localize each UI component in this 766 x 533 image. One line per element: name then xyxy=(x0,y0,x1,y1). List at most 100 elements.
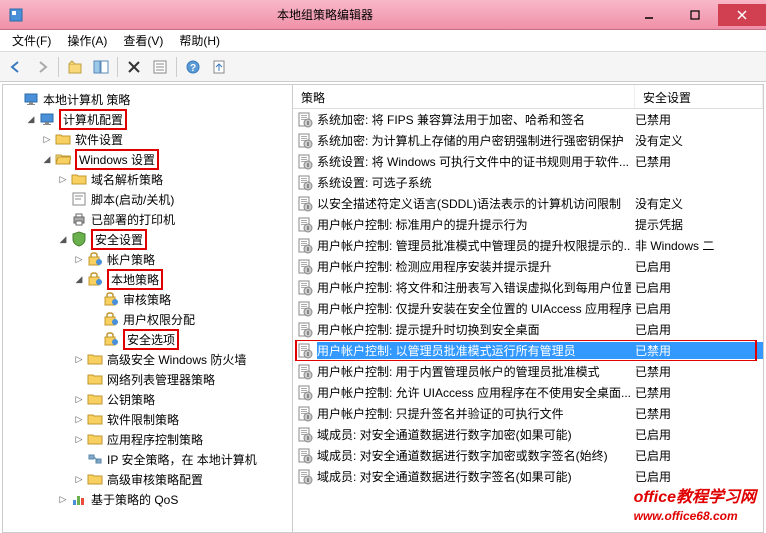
titlebar-left xyxy=(0,7,24,23)
tree-item-software_settings[interactable]: ▷软件设置 xyxy=(5,129,290,149)
tree-item-public_key[interactable]: ▷公钥策略 xyxy=(5,389,290,409)
expand-icon[interactable]: ▷ xyxy=(57,493,69,505)
policy-row[interactable]: 用户帐户控制: 检测应用程序安装并提示提升已启用 xyxy=(293,256,763,277)
policy-icon xyxy=(297,301,313,317)
expand-icon[interactable]: ▷ xyxy=(73,413,85,425)
tree-item-windows_settings[interactable]: ◢Windows 设置 xyxy=(5,149,290,169)
menu-file[interactable]: 文件(F) xyxy=(4,30,59,51)
policy-setting: 已启用 xyxy=(631,300,763,317)
collapse-icon[interactable]: ◢ xyxy=(57,233,69,245)
policy-row[interactable]: 系统加密: 将 FIPS 兼容算法用于加密、哈希和签名已禁用 xyxy=(293,109,763,130)
policy-row[interactable]: 用户帐户控制: 用于内置管理员帐户的管理员批准模式已禁用 xyxy=(293,361,763,382)
maximize-button[interactable] xyxy=(672,4,718,26)
tree-item-account_policies[interactable]: ▷帐户策略 xyxy=(5,249,290,269)
help-button[interactable]: ? xyxy=(181,55,205,79)
tree-item-advanced_audit[interactable]: ▷高级审核策略配置 xyxy=(5,469,290,489)
policy-row[interactable]: 用户帐户控制: 将文件和注册表写入错误虚拟化到每用户位置已启用 xyxy=(293,277,763,298)
policy-name: 用户帐户控制: 管理员批准模式中管理员的提升权限提示的... xyxy=(317,237,631,254)
expand-icon[interactable]: ▷ xyxy=(73,253,85,265)
policy-row[interactable]: 系统设置: 将 Windows 可执行文件中的证书规则用于软件...已禁用 xyxy=(293,151,763,172)
tree-node-icon xyxy=(87,451,103,467)
toolbar-separator xyxy=(176,57,177,77)
tree-node-icon xyxy=(71,211,87,227)
policy-icon xyxy=(297,175,313,191)
tree-item-audit_policy[interactable]: 审核策略 xyxy=(5,289,290,309)
delete-button[interactable] xyxy=(122,55,146,79)
tree-item-deployed_printers[interactable]: 已部署的打印机 xyxy=(5,209,290,229)
expand-icon[interactable]: ▷ xyxy=(57,173,69,185)
tree-item-computer_config[interactable]: ◢计算机配置 xyxy=(5,109,290,129)
back-button[interactable] xyxy=(4,55,28,79)
content-area: 本地计算机 策略◢计算机配置▷软件设置◢Windows 设置▷域名解析策略脚本(… xyxy=(2,84,764,533)
tree-item-scripts[interactable]: 脚本(启动/关机) xyxy=(5,189,290,209)
tree-item-software_restriction[interactable]: ▷软件限制策略 xyxy=(5,409,290,429)
tree-label: 基于策略的 QoS xyxy=(91,491,178,508)
list-body[interactable]: 系统加密: 将 FIPS 兼容算法用于加密、哈希和签名已禁用系统加密: 为计算机… xyxy=(293,109,763,532)
policy-icon xyxy=(297,259,313,275)
collapse-icon[interactable]: ◢ xyxy=(73,273,85,285)
tree-node-icon xyxy=(39,111,55,127)
tree-item-security_options[interactable]: 安全选项 xyxy=(5,329,290,349)
forward-button[interactable] xyxy=(30,55,54,79)
menu-action[interactable]: 操作(A) xyxy=(59,30,115,51)
policy-row[interactable]: 系统设置: 可选子系统 xyxy=(293,172,763,193)
tree-item-advanced_firewall[interactable]: ▷ 高级安全 Windows 防火墙 xyxy=(5,349,290,369)
policy-row[interactable]: 用户帐户控制: 以管理员批准模式运行所有管理员已禁用 xyxy=(293,340,763,361)
tree-item-user_rights[interactable]: 用户权限分配 xyxy=(5,309,290,329)
tree-item-policy_qos[interactable]: ▷ 基于策略的 QoS xyxy=(5,489,290,509)
policy-row[interactable]: 以安全描述符定义语言(SDDL)语法表示的计算机访问限制没有定义 xyxy=(293,193,763,214)
tree-item-security_settings[interactable]: ◢安全设置 xyxy=(5,229,290,249)
tree-label: 网络列表管理器策略 xyxy=(107,371,215,388)
policy-setting: 已启用 xyxy=(631,321,763,338)
tree-item-ip_security[interactable]: IP 安全策略，在 本地计算机 xyxy=(5,449,290,469)
policy-row[interactable]: 域成员: 对安全通道数据进行数字加密或数字签名(始终)已启用 xyxy=(293,445,763,466)
tree-item-app_control[interactable]: ▷应用程序控制策略 xyxy=(5,429,290,449)
expand-icon[interactable]: ▷ xyxy=(41,133,53,145)
close-button[interactable] xyxy=(718,4,766,26)
policy-icon xyxy=(297,280,313,296)
tree-item-root[interactable]: 本地计算机 策略 xyxy=(5,89,290,109)
svg-text:?: ? xyxy=(190,63,196,74)
policy-setting: 已启用 xyxy=(631,279,763,296)
collapse-icon[interactable]: ◢ xyxy=(25,113,37,125)
policy-name: 用户帐户控制: 仅提升安装在安全位置的 UIAccess 应用程序 xyxy=(317,300,631,317)
properties-button[interactable] xyxy=(148,55,172,79)
tree-node-icon xyxy=(87,251,103,267)
export-button[interactable] xyxy=(207,55,231,79)
policy-row[interactable]: 用户帐户控制: 只提升签名并验证的可执行文件已禁用 xyxy=(293,403,763,424)
expand-icon[interactable]: ▷ xyxy=(73,393,85,405)
policy-icon xyxy=(297,343,313,359)
expand-icon[interactable]: ▷ xyxy=(73,353,85,365)
menu-help[interactable]: 帮助(H) xyxy=(171,30,228,51)
policy-row[interactable]: 用户帐户控制: 标准用户的提升提示行为提示凭据 xyxy=(293,214,763,235)
menu-view[interactable]: 查看(V) xyxy=(115,30,171,51)
policy-row[interactable]: 域成员: 对安全通道数据进行数字加密(如果可能)已启用 xyxy=(293,424,763,445)
tree-spacer xyxy=(57,193,69,205)
collapse-icon[interactable]: ◢ xyxy=(41,153,53,165)
expand-icon[interactable]: ▷ xyxy=(73,473,85,485)
policy-name: 域成员: 对安全通道数据进行数字加密或数字签名(始终) xyxy=(317,447,631,464)
policy-name: 用户帐户控制: 以管理员批准模式运行所有管理员 xyxy=(317,342,631,359)
policy-row[interactable]: 用户帐户控制: 提示提升时切换到安全桌面已启用 xyxy=(293,319,763,340)
tree-node-icon xyxy=(103,331,119,347)
tree-label: IP 安全策略，在 本地计算机 xyxy=(107,451,257,468)
policy-row[interactable]: 用户帐户控制: 管理员批准模式中管理员的提升权限提示的...非 Windows … xyxy=(293,235,763,256)
policy-icon xyxy=(297,364,313,380)
tree-item-local_policies[interactable]: ◢ 本地策略 xyxy=(5,269,290,289)
policy-row[interactable]: 用户帐户控制: 允许 UIAccess 应用程序在不使用安全桌面...已禁用 xyxy=(293,382,763,403)
policy-name: 用户帐户控制: 将文件和注册表写入错误虚拟化到每用户位置 xyxy=(317,279,631,296)
policy-row[interactable]: 系统加密: 为计算机上存储的用户密钥强制进行强密钥保护没有定义 xyxy=(293,130,763,151)
tree-label: 本地策略 xyxy=(107,269,163,290)
column-header-policy[interactable]: 策略 xyxy=(293,85,635,108)
tree-node-icon xyxy=(71,231,87,247)
show-hide-tree-button[interactable] xyxy=(89,55,113,79)
tree-panel[interactable]: 本地计算机 策略◢计算机配置▷软件设置◢Windows 设置▷域名解析策略脚本(… xyxy=(3,85,293,532)
up-button[interactable] xyxy=(63,55,87,79)
expand-icon[interactable]: ▷ xyxy=(73,433,85,445)
tree-item-network_list[interactable]: 网络列表管理器策略 xyxy=(5,369,290,389)
column-header-setting[interactable]: 安全设置 xyxy=(635,85,763,108)
policy-row[interactable]: 用户帐户控制: 仅提升安装在安全位置的 UIAccess 应用程序已启用 xyxy=(293,298,763,319)
minimize-button[interactable] xyxy=(626,4,672,26)
tree-label: 高级安全 Windows 防火墙 xyxy=(107,351,246,368)
tree-item-dns_policy[interactable]: ▷域名解析策略 xyxy=(5,169,290,189)
